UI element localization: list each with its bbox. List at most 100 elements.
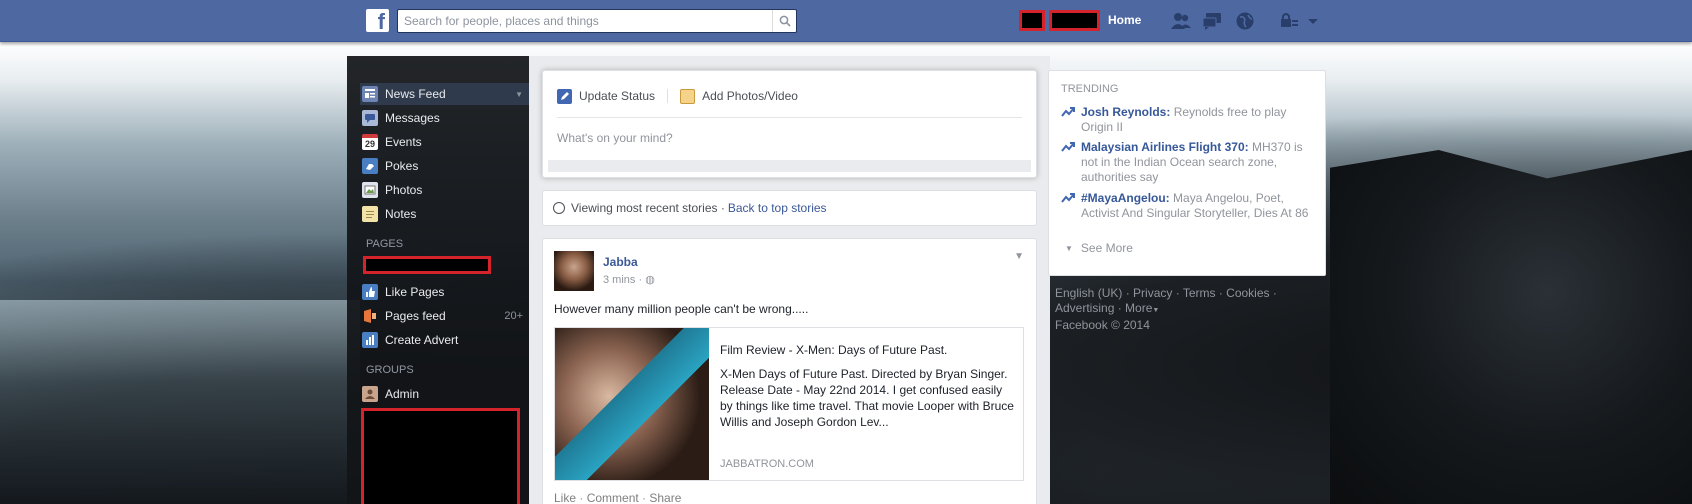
trending-arrow-icon (1061, 141, 1075, 185)
chevron-down-icon: ▼ (1065, 243, 1073, 253)
facebook-logo-icon[interactable]: f (366, 9, 389, 32)
search-button[interactable] (772, 10, 796, 32)
footer-cookies-link[interactable]: Cookies (1226, 286, 1269, 300)
like-pages-icon (362, 284, 378, 300)
viewing-recent-bar: Viewing most recent stories · Back to to… (542, 190, 1037, 226)
sidebar-item-label: Events (385, 135, 422, 149)
sidebar-item-news-feed[interactable]: News Feed ▼ (360, 83, 529, 105)
trending-item[interactable]: Malaysian Airlines Flight 370: MH370 is … (1061, 140, 1311, 185)
sidebar-item-label: Pokes (385, 159, 419, 173)
feed-post: Jabba 3 mins · ◍ ▼ However many million … (542, 238, 1037, 504)
composer-tabs: Update Status Add Photos/Video (557, 85, 798, 107)
messages-icon (362, 110, 378, 126)
sidebar-item-create-advert[interactable]: Create Advert (362, 329, 529, 351)
public-globe-icon: ◍ (645, 274, 655, 286)
back-to-top-stories-link[interactable]: Back to top stories (728, 201, 827, 215)
status-input[interactable] (557, 131, 1017, 145)
composer-divider (557, 117, 1022, 118)
sidebar-item-label: Pages feed (385, 309, 446, 323)
pages-section-heading: PAGES (366, 238, 404, 250)
sidebar-item-photos[interactable]: Photos (362, 179, 529, 201)
post-timestamp[interactable]: 3 mins · ◍ (603, 273, 655, 286)
chevron-down-icon[interactable]: ▼ (515, 90, 523, 99)
friend-requests-icon[interactable] (1170, 11, 1192, 31)
photo-icon (680, 88, 696, 104)
redacted-page-name (363, 256, 491, 274)
footer-links: English (UK) · Privacy · Terms · Cookies… (1055, 286, 1277, 332)
post-actions: Like · Comment · Share (554, 491, 682, 504)
news-feed-icon (362, 86, 378, 102)
sidebar-item-label: Notes (385, 207, 417, 221)
sidebar-item-label: News Feed (385, 87, 446, 101)
home-link[interactable]: Home (1108, 13, 1141, 27)
background-sea (0, 300, 360, 504)
comment-link[interactable]: Comment (587, 491, 639, 504)
update-status-tab[interactable]: Update Status (557, 88, 656, 104)
link-domain: JABBATRON.COM (720, 458, 814, 470)
search-box (397, 9, 797, 33)
trending-topic-name: #MayaAngelou: (1081, 191, 1170, 205)
trending-arrow-icon (1061, 106, 1075, 135)
share-link[interactable]: Share (649, 491, 681, 504)
sidebar-item-pages-feed[interactable]: Pages feed 20+ (362, 305, 529, 327)
left-sidebar: News Feed ▼ Messages 29 Events Pokes Pho… (347, 56, 529, 504)
search-icon (779, 15, 791, 27)
notifications-globe-icon[interactable] (1234, 11, 1256, 31)
sidebar-item-label: Like Pages (385, 285, 445, 299)
add-photos-tab[interactable]: Add Photos/Video (680, 88, 798, 104)
trending-item[interactable]: #MayaAngelou: Maya Angelou, Poet, Activi… (1061, 191, 1311, 221)
sidebar-item-label: Messages (385, 111, 440, 125)
post-text: However many million people can't be wro… (554, 302, 809, 316)
redacted-groups-block (361, 408, 520, 504)
footer-advertising-link[interactable]: Advertising (1055, 301, 1114, 315)
viewing-text: Viewing most recent stories · (571, 201, 725, 215)
composer-footer (548, 160, 1031, 172)
background-rocks (1330, 150, 1692, 504)
like-link[interactable]: Like (554, 491, 576, 504)
avatar[interactable] (554, 251, 594, 291)
sidebar-item-pokes[interactable]: Pokes (362, 155, 529, 177)
status-composer: Update Status Add Photos/Video (542, 70, 1037, 178)
post-author[interactable]: Jabba (603, 255, 638, 269)
see-more-button[interactable]: ▼ See More (1065, 241, 1133, 255)
trending-topic-name: Malaysian Airlines Flight 370: (1081, 140, 1249, 154)
link-preview-image[interactable] (555, 328, 709, 480)
sidebar-item-messages[interactable]: Messages (362, 107, 529, 129)
messages-icon[interactable] (1202, 11, 1224, 31)
link-preview-text: Film Review - X-Men: Days of Future Past… (720, 342, 1015, 430)
footer-copyright: Facebook © 2014 (1055, 318, 1150, 332)
sidebar-item-events[interactable]: 29 Events (362, 131, 529, 153)
trending-box: TRENDING Josh Reynolds: Reynolds free to… (1048, 70, 1326, 276)
sidebar-item-admin[interactable]: Admin (362, 383, 529, 405)
pages-feed-count: 20+ (504, 310, 523, 322)
see-more-label: See More (1080, 241, 1133, 255)
settings-chevron-down-icon[interactable] (1304, 11, 1322, 31)
sidebar-item-like-pages[interactable]: Like Pages (362, 281, 529, 303)
link-title[interactable]: Film Review - X-Men: Days of Future Past… (720, 342, 1015, 358)
chevron-down-icon[interactable]: ▼ (1014, 251, 1024, 262)
trending-topic-name: Josh Reynolds: (1081, 105, 1171, 119)
search-input[interactable] (398, 10, 768, 32)
trending-heading: TRENDING (1061, 83, 1119, 95)
events-icon: 29 (362, 134, 378, 150)
clock-icon (553, 202, 565, 214)
footer-language-link[interactable]: English (UK) (1055, 286, 1122, 300)
sidebar-item-notes[interactable]: Notes (362, 203, 529, 225)
update-status-label: Update Status (579, 89, 656, 103)
group-icon (362, 386, 378, 402)
footer-terms-link[interactable]: Terms (1183, 286, 1216, 300)
pages-feed-icon (362, 308, 378, 324)
footer-privacy-link[interactable]: Privacy (1133, 286, 1172, 300)
trending-item[interactable]: Josh Reynolds: Reynolds free to play Ori… (1061, 105, 1311, 135)
footer-more-link[interactable]: More (1125, 301, 1152, 315)
create-advert-icon (362, 332, 378, 348)
redacted-profile-name (1049, 10, 1100, 31)
photos-icon (362, 182, 378, 198)
groups-section-heading: GROUPS (366, 364, 414, 376)
add-photos-label: Add Photos/Video (702, 89, 798, 103)
sidebar-item-label: Photos (385, 183, 423, 197)
notes-icon (362, 206, 378, 222)
trending-arrow-icon (1061, 192, 1075, 221)
privacy-shortcuts-icon[interactable] (1278, 11, 1300, 31)
link-preview[interactable]: Film Review - X-Men: Days of Future Past… (554, 327, 1024, 481)
